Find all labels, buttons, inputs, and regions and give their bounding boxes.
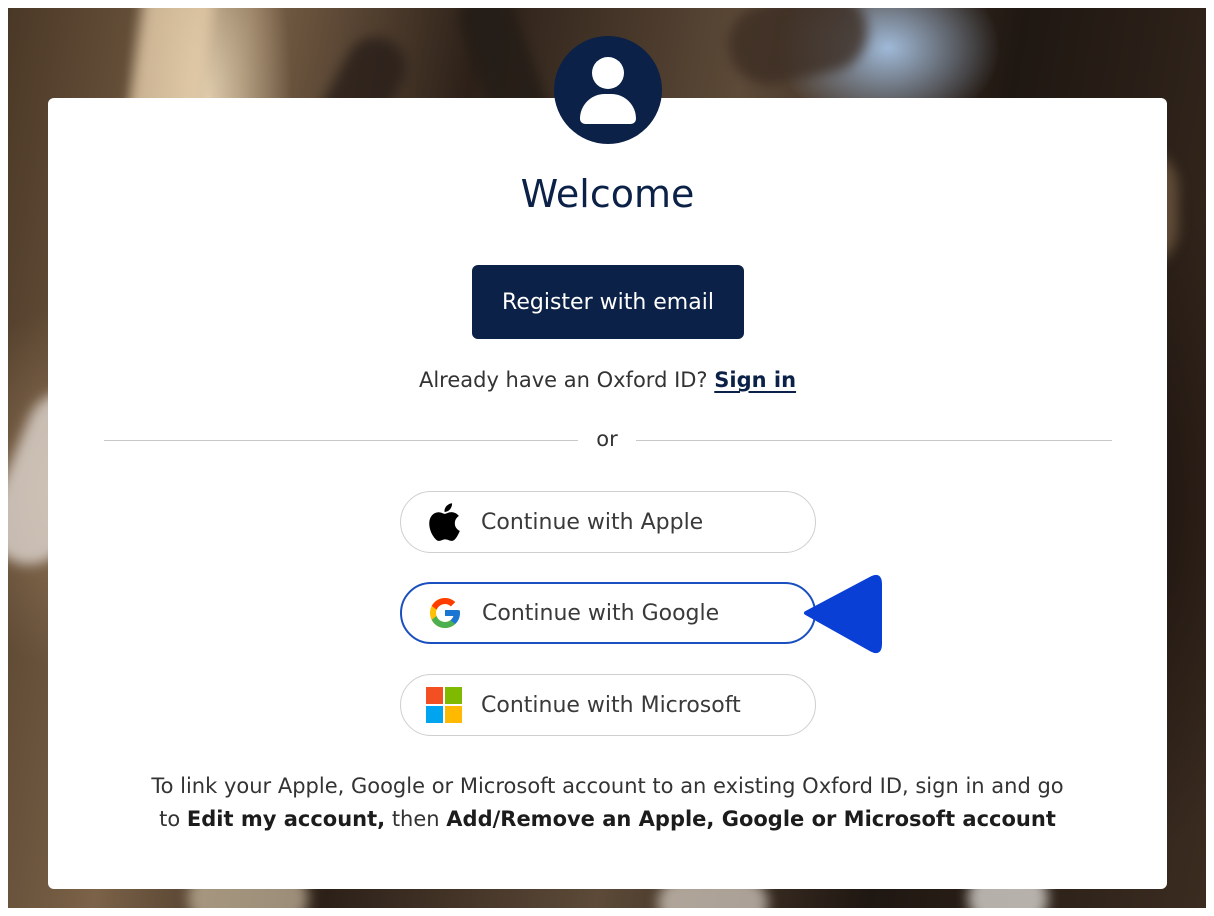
continue-with-google-button[interactable]: Continue with Google xyxy=(400,582,816,644)
divider-left xyxy=(104,440,578,441)
add-remove-account-text: Add/Remove an Apple, Google or Microsoft… xyxy=(446,807,1056,831)
divider-or-text: or xyxy=(596,427,618,451)
signin-prompt-text: Already have an Oxford ID? xyxy=(418,368,708,392)
edit-my-account-text: Edit my account, xyxy=(186,807,386,831)
instructions-to-text: to xyxy=(159,807,181,831)
signin-link[interactable]: Sign in xyxy=(714,368,796,392)
apple-button-label: Continue with Apple xyxy=(481,509,704,535)
instructions-line-1: To link your Apple, Google or Microsoft … xyxy=(151,774,1064,798)
google-icon xyxy=(426,594,464,632)
microsoft-icon xyxy=(425,686,463,724)
google-button-label: Continue with Google xyxy=(482,600,720,626)
user-avatar-icon xyxy=(554,36,662,144)
instructions-line-2: to Edit my account, then Add/Remove an A… xyxy=(80,803,1135,836)
register-with-email-button[interactable]: Register with email xyxy=(472,265,744,339)
pointer-arrow-icon xyxy=(804,574,882,654)
page-title: Welcome xyxy=(520,172,695,216)
microsoft-button-label: Continue with Microsoft xyxy=(481,692,741,718)
instructions-then-text: then xyxy=(391,807,440,831)
signin-prompt: Already have an Oxford ID? Sign in xyxy=(48,368,1167,392)
divider-right xyxy=(636,440,1112,441)
account-link-instructions: To link your Apple, Google or Microsoft … xyxy=(80,770,1135,836)
continue-with-microsoft-button[interactable]: Continue with Microsoft xyxy=(400,674,816,736)
screen: Welcome Register with email Already have… xyxy=(0,0,1214,916)
continue-with-apple-button[interactable]: Continue with Apple xyxy=(400,491,816,553)
apple-icon xyxy=(425,503,463,541)
